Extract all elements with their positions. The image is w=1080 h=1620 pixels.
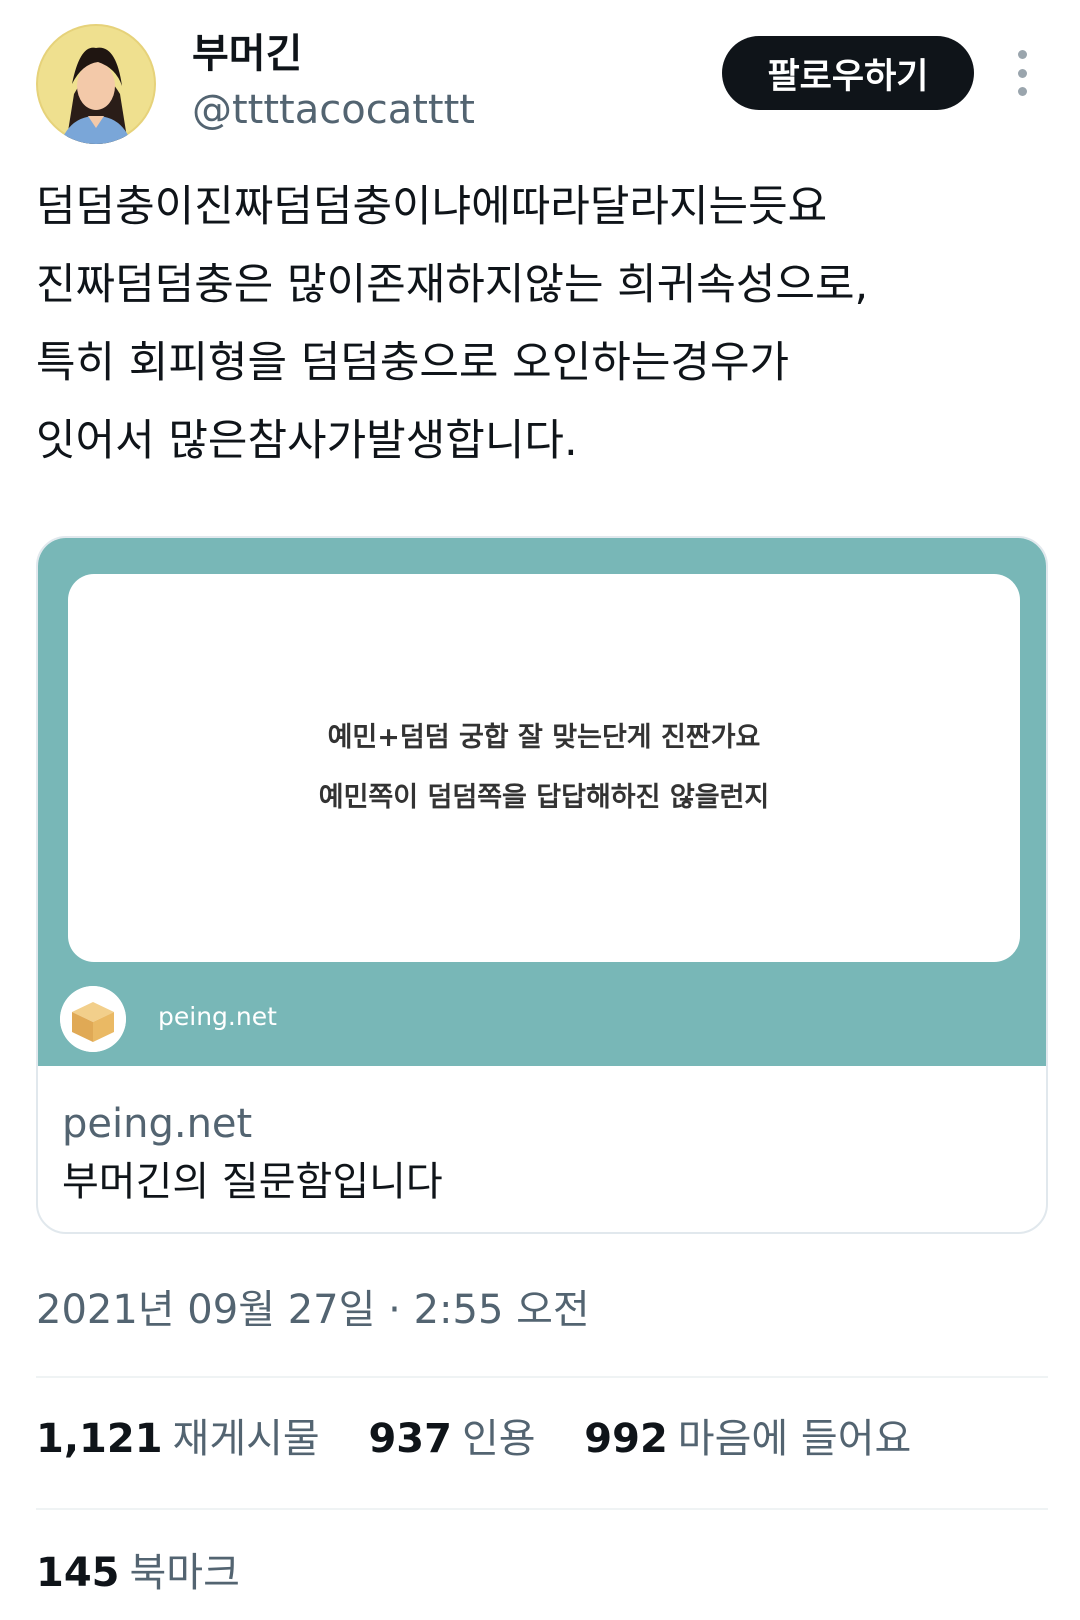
author-handle[interactable]: @ttttacocatttt bbox=[192, 84, 475, 136]
avatar[interactable] bbox=[36, 24, 156, 144]
likes-stat[interactable]: 992 마음에 들어요 bbox=[584, 1412, 911, 1466]
more-dot bbox=[1017, 87, 1027, 96]
likes-label: 마음에 들어요 bbox=[677, 1416, 912, 1462]
retweets-stat[interactable]: 1,121 재게시물 bbox=[36, 1412, 320, 1466]
tweet-text: 덤덤충이진짜덤덤충이냐에따라달라지는듯요 진짜덤덤충은 많이존재하지않는 희귀속… bbox=[36, 168, 1046, 480]
follow-button[interactable]: 팔로우하기 bbox=[722, 36, 974, 110]
box-icon bbox=[60, 986, 126, 1052]
quotes-stat[interactable]: 937 인용 bbox=[368, 1412, 535, 1466]
bookmarks-label: 북마크 bbox=[129, 1550, 240, 1596]
question-box: 예민+덤덤 궁합 잘 맞는단게 진짠가요 예민쪽이 덤덤쪽을 답답해하진 않을런… bbox=[68, 574, 1020, 962]
quotes-count: 937 bbox=[368, 1416, 452, 1462]
more-dot bbox=[1017, 50, 1027, 59]
likes-count: 992 bbox=[584, 1416, 668, 1462]
bookmarks-count: 145 bbox=[36, 1550, 120, 1596]
more-dot bbox=[1017, 68, 1027, 78]
engagement-stats: 1,121 재게시물 937 인용 992 마음에 들어요 bbox=[36, 1412, 947, 1466]
question-line: 예민쪽이 덤덤쪽을 답답해하진 않을런지 bbox=[318, 782, 770, 813]
tweet-line: 잇어서 많은참사가발생합니다. bbox=[36, 416, 578, 466]
quotes-label: 인용 bbox=[461, 1416, 536, 1462]
card-title: 부머긴의 질문함입니다 bbox=[62, 1159, 443, 1205]
bookmarks-stat[interactable]: 145 북마크 bbox=[36, 1546, 276, 1600]
card-media[interactable]: 예민+덤덤 궁합 잘 맞는단게 진짠가요 예민쪽이 덤덤쪽을 답답해하진 않을런… bbox=[38, 538, 1046, 1066]
tweet-line: 특히 회피형을 덤덤충으로 오인하는경우가 bbox=[36, 338, 790, 388]
more-icon[interactable] bbox=[1010, 50, 1034, 96]
retweets-label: 재게시물 bbox=[172, 1416, 320, 1462]
question-line: 예민+덤덤 궁합 잘 맞는단게 진짠가요 bbox=[327, 722, 761, 753]
card-source-label: peing.net bbox=[158, 1002, 277, 1031]
tweet-line: 진짜덤덤충은 많이존재하지않는 희귀속성으로, bbox=[36, 260, 869, 310]
divider bbox=[36, 1376, 1048, 1378]
tweet-timestamp[interactable]: 2021년 09월 27일 · 2:55 오전 bbox=[36, 1284, 590, 1336]
divider bbox=[36, 1508, 1048, 1510]
author-name[interactable]: 부머긴 bbox=[192, 28, 302, 80]
card-domain: peing.net bbox=[62, 1101, 253, 1147]
tweet-line: 덤덤충이진짜덤덤충이냐에따라달라지는듯요 bbox=[36, 182, 828, 232]
retweets-count: 1,121 bbox=[36, 1416, 163, 1462]
link-card[interactable]: 예민+덤덤 궁합 잘 맞는단게 진짠가요 예민쪽이 덤덤쪽을 답답해하진 않을런… bbox=[36, 536, 1048, 1234]
